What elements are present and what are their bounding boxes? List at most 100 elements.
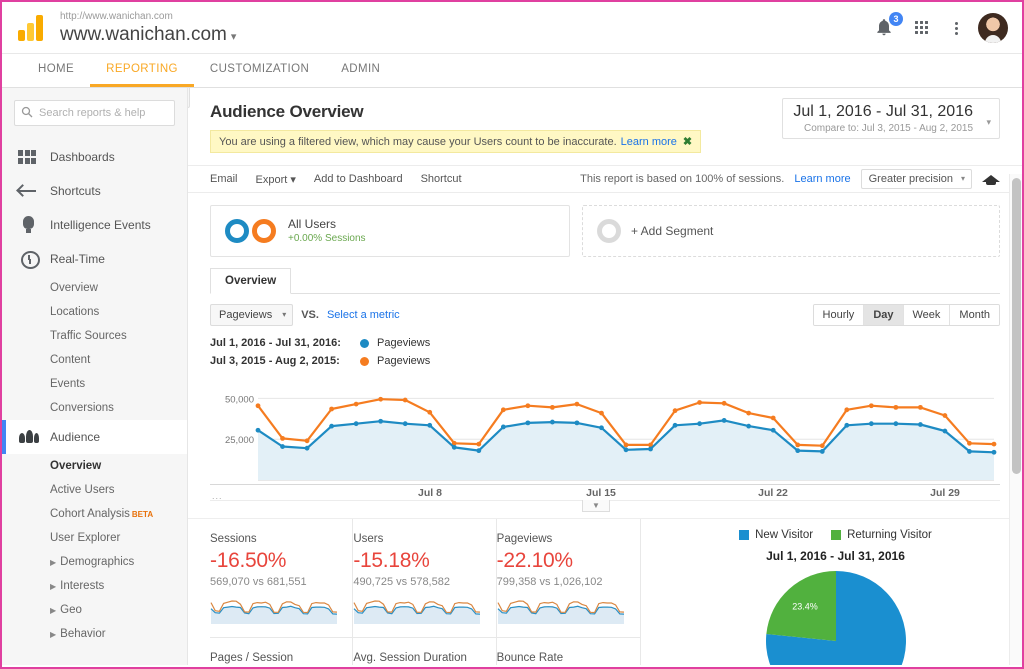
sidebar-item-shortcuts[interactable]: Shortcuts	[2, 174, 187, 208]
legend-dot-blue-icon	[360, 338, 369, 348]
sidebar-subitem-active-users[interactable]: Active Users	[2, 478, 187, 502]
segment-donuts	[225, 219, 276, 243]
sidebar-subitem-geo[interactable]: ▶ Geo	[2, 598, 187, 622]
export-button[interactable]: Export ▾	[256, 173, 296, 186]
sidebar-subitem-label: Behavior	[60, 628, 106, 640]
metric-card-pageviews[interactable]: Pageviews -22.10% 799,358 vs 1,026,102	[497, 519, 640, 637]
kebab-menu-icon[interactable]	[950, 17, 962, 39]
sampling-text: This report is based on 100% of sessions…	[580, 173, 785, 185]
tab-overview[interactable]: Overview	[210, 268, 292, 294]
select-a-metric-link[interactable]: Select a metric	[327, 309, 400, 321]
granularity-month[interactable]: Month	[949, 305, 999, 325]
x-axis-label: Jul 22	[758, 487, 788, 499]
new-vs-returning-panel: New Visitor Returning Visitor Jul 1, 201…	[640, 519, 1022, 665]
email-button[interactable]: Email	[210, 173, 238, 185]
sidebar-subitem-rt-conversions[interactable]: Conversions	[2, 396, 187, 420]
svg-text:25,000: 25,000	[225, 435, 254, 446]
pie-legend-new-visitor[interactable]: New Visitor	[739, 529, 813, 541]
dashboards-icon	[18, 147, 40, 167]
chevron-down-icon[interactable]: ▾	[986, 117, 991, 128]
shortcut-button[interactable]: Shortcut	[421, 173, 462, 185]
sidebar-subitem-label: Demographics	[60, 556, 135, 568]
sidebar-item-real-time[interactable]: Real-Time	[2, 242, 187, 276]
metric-title: Pageviews	[496, 533, 553, 545]
sidebar-subitem-rt-traffic-sources[interactable]: Traffic Sources	[2, 324, 187, 348]
sidebar-subitem-rt-content[interactable]: Content	[2, 348, 187, 372]
nav-tab-reporting[interactable]: REPORTING	[90, 54, 194, 87]
pie-legend-label: New Visitor	[755, 529, 814, 541]
top-bar-actions: 3	[874, 11, 1008, 43]
add-to-dashboard-button[interactable]: Add to Dashboard	[314, 173, 403, 185]
primary-metric-select[interactable]: Pageviews ▾	[210, 304, 294, 326]
metric-title: Users	[353, 533, 384, 545]
primary-metric-value: Pageviews	[219, 309, 273, 321]
pie-chart[interactable]: 76.6%23.4%	[663, 567, 1008, 665]
granularity-day[interactable]: Day	[863, 305, 903, 325]
sidebar-subitem-demographics[interactable]: ▶ Demographics	[2, 550, 187, 574]
metric-card-sessions[interactable]: Sessions -16.50% 569,070 vs 681,551	[210, 519, 354, 637]
legend-dot-orange-icon	[360, 356, 369, 366]
bell-icon[interactable]: 3	[874, 11, 903, 39]
collapse-sidebar-button[interactable]: ◀	[188, 88, 190, 108]
sidebar-subitem-behavior[interactable]: ▶ Behavior	[2, 622, 187, 646]
sidebar-subitem-rt-overview[interactable]: Overview	[2, 276, 187, 300]
main-nav-tabs: HOME REPORTING CUSTOMIZATION ADMIN	[2, 54, 1022, 88]
sidebar-subitem-cohort-analysis[interactable]: Cohort Analysis BETA	[2, 502, 187, 526]
property-name: www.wanichan.com	[60, 23, 227, 45]
metric-title: Avg. Session Duration	[353, 652, 467, 664]
sidebar-search[interactable]	[14, 100, 175, 126]
metric-card-avg-session-duration[interactable]: Avg. Session Duration -9.89% 00:01:05 vs…	[353, 637, 497, 665]
pie-legend-returning-visitor[interactable]: Returning Visitor	[831, 529, 932, 541]
chevron-down-icon: ▾	[282, 310, 287, 319]
report-tab-strip: Overview	[210, 267, 1000, 294]
granularity-hourly[interactable]: Hourly	[813, 305, 864, 325]
segment-all-users[interactable]: All Users +0.00% Sessions	[210, 205, 570, 257]
notification-badge: 3	[889, 11, 903, 26]
sidebar-item-audience[interactable]: Audience	[2, 420, 187, 454]
close-icon[interactable]: ✖	[683, 135, 692, 148]
timeseries-chart[interactable]: 25,000 50,000	[210, 372, 1000, 484]
property-selector[interactable]: http://www.wanichan.com www.wanichan.com…	[60, 10, 236, 46]
nav-tab-admin[interactable]: ADMIN	[325, 54, 396, 87]
warning-learn-more-link[interactable]: Learn more	[621, 136, 677, 148]
audience-icon	[18, 427, 40, 447]
granularity-week[interactable]: Week	[902, 305, 950, 325]
legend-metric: Pageviews	[377, 337, 431, 349]
x-axis-label: Jul 15	[586, 487, 616, 499]
sidebar-subitem-interests[interactable]: ▶ Interests	[2, 574, 187, 598]
body-region: Dashboards Shortcuts Intelligence Events…	[2, 88, 1022, 665]
precision-select[interactable]: Greater precision ▾	[860, 169, 972, 189]
graduation-cap-icon[interactable]	[982, 172, 1000, 186]
metric-cards: Sessions -16.50% 569,070 vs 681,551 User…	[188, 519, 640, 665]
date-range-value: Jul 1, 2016 - Jul 31, 2016	[793, 103, 973, 120]
overview-bottom: Sessions -16.50% 569,070 vs 681,551 User…	[188, 518, 1022, 665]
nav-tab-customization[interactable]: CUSTOMIZATION	[194, 54, 325, 87]
metric-card-bounce-rate[interactable]: Bounce Rate 2.46% 82.61% vs 80.62%	[496, 637, 640, 665]
sparkline	[353, 594, 483, 627]
metric-card-users[interactable]: Users -15.18% 490,725 vs 578,582	[353, 519, 497, 637]
metric-card-pages-session[interactable]: Pages / Session -6.70% 1.40 vs 1.51	[210, 637, 354, 665]
apps-grid-icon[interactable]	[912, 17, 934, 39]
date-range-selector[interactable]: Jul 1, 2016 - Jul 31, 2016 Compare to: J…	[782, 98, 1000, 139]
avatar[interactable]	[978, 12, 1008, 43]
sidebar-item-intelligence-events[interactable]: Intelligence Events	[2, 208, 187, 242]
search-input[interactable]	[14, 100, 175, 126]
sidebar-subitem-user-explorer[interactable]: User Explorer	[2, 526, 187, 550]
nav-tab-home[interactable]: HOME	[22, 54, 90, 87]
sidebar-subitem-rt-locations[interactable]: Locations	[2, 300, 187, 324]
sidebar-subitem-rt-events[interactable]: Events	[2, 372, 187, 396]
sampling-learn-more-link[interactable]: Learn more	[794, 173, 850, 185]
chevron-down-icon[interactable]: ▾	[231, 30, 237, 43]
main-scrollbar[interactable]	[1009, 174, 1022, 665]
sidebar-item-dashboards[interactable]: Dashboards	[2, 140, 187, 174]
warning-text: You are using a filtered view, which may…	[219, 135, 617, 148]
add-segment-button[interactable]: + Add Segment	[582, 205, 1000, 257]
analytics-app: http://www.wanichan.com www.wanichan.com…	[2, 2, 1022, 667]
donut-blue-icon	[225, 219, 249, 243]
realtime-icon	[18, 249, 40, 269]
chart-collapse-button[interactable]: ▼	[582, 500, 610, 512]
pie-title: Jul 1, 2016 - Jul 31, 2016	[766, 549, 905, 563]
scrollbar-thumb[interactable]	[1012, 178, 1021, 474]
sidebar-subitem-audience-overview[interactable]: Overview	[2, 454, 187, 478]
metric-compare: 799,358 vs 1,026,102	[496, 576, 603, 588]
